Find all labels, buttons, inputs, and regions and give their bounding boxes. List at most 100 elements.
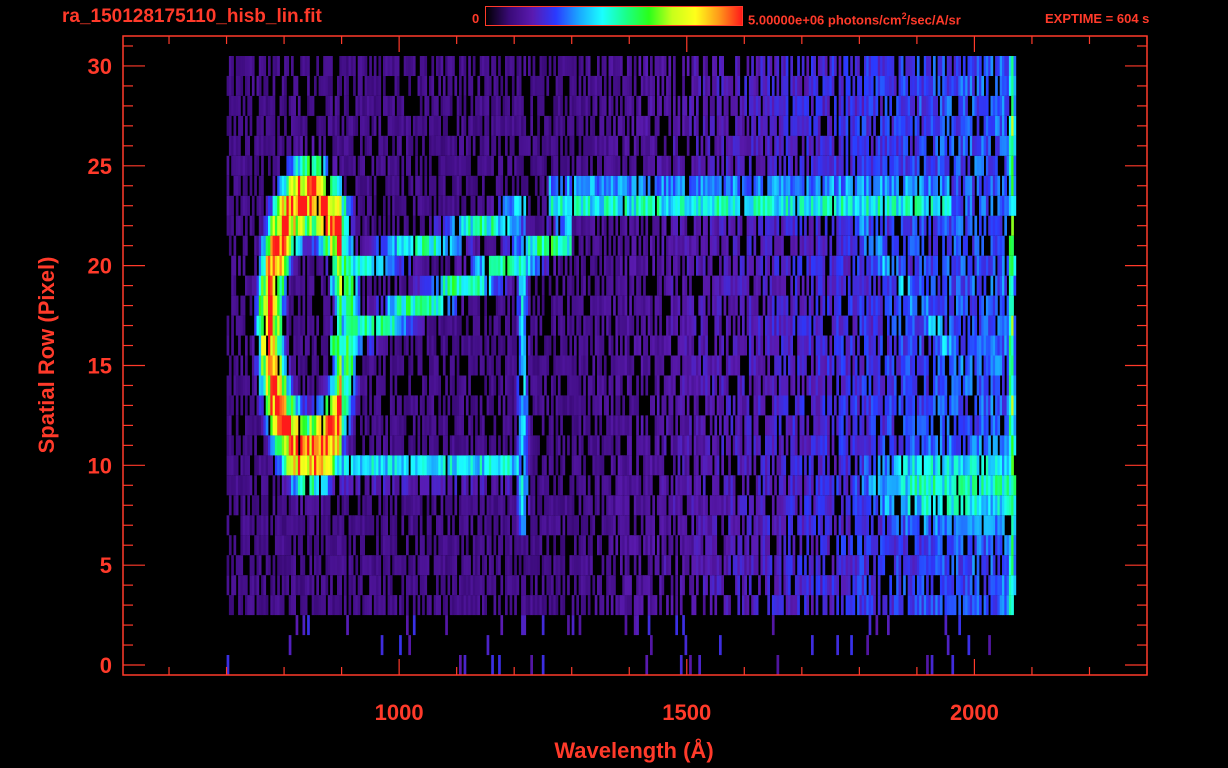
heatmap-cell [746,415,750,436]
heatmap-cell [468,415,471,436]
heatmap-cell [824,355,828,376]
heatmap-cell [389,255,393,276]
heatmap-cell [592,215,596,236]
heatmap-cell [919,275,922,296]
heatmap-cell [939,495,943,516]
heatmap-cell [709,555,713,576]
heatmap-cell [258,515,262,536]
heatmap-cell [742,255,745,276]
heatmap-cell [410,435,414,456]
heatmap-cell [470,355,474,376]
heatmap-cell [870,575,874,596]
heatmap-cell [240,555,244,576]
heatmap-cell [933,335,936,356]
heatmap-cell [332,355,336,376]
heatmap-cell [251,495,255,516]
heatmap-cell [942,235,945,256]
heatmap-cell [560,555,563,576]
heatmap-cell [834,315,837,336]
heatmap-cell [491,575,494,596]
heatmap-cell [613,575,616,596]
heatmap-cell [939,355,943,376]
heatmap-cell [371,455,375,476]
heatmap-cell [284,275,287,296]
heatmap-cell [845,335,849,356]
heatmap-cell [523,615,527,636]
heatmap-cell [459,235,462,256]
heatmap-cell [847,375,851,396]
heatmap-cell [438,595,441,616]
heatmap-cell [887,455,890,476]
heatmap-cell [567,575,570,596]
heatmap-cell [412,575,416,596]
heatmap-cell [603,355,607,376]
heatmap-cell [399,455,402,476]
heatmap-cell [831,355,835,376]
heatmap-cell [737,555,741,576]
heatmap-cell [721,395,724,416]
heatmap-cell [815,395,819,416]
heatmap-cell [534,515,538,536]
heatmap-cell [721,455,724,476]
heatmap-cell [477,335,481,356]
heatmap-cell [592,375,596,396]
heatmap-cell [620,475,623,496]
heatmap-cell [341,455,345,476]
heatmap-cell [297,475,301,496]
heatmap-cell [406,215,409,236]
heatmap-cell [270,315,273,336]
heatmap-cell [362,355,365,376]
heatmap-cell [281,255,285,276]
heatmap-cell [714,375,718,396]
heatmap-cell [311,435,315,456]
heatmap-cell [659,495,662,516]
heatmap-cell [689,335,692,356]
heatmap-cell [682,235,685,256]
heatmap-cell [419,335,423,356]
heatmap-cell [956,495,959,516]
heatmap-cell [972,495,975,516]
heatmap-cell [431,395,435,416]
heatmap-cell [265,255,269,276]
heatmap-cell [562,335,566,356]
heatmap-cell [698,375,701,396]
heatmap-cell [516,255,520,276]
heatmap-cell [845,315,849,336]
heatmap-cell [555,575,559,596]
heatmap-cell [353,595,356,616]
heatmap-cell [424,275,428,296]
heatmap-cell [896,475,899,496]
heatmap-cell [507,395,510,416]
heatmap-cell [355,595,359,616]
heatmap-cell [477,575,481,596]
heatmap-cell [788,255,791,276]
heatmap-cell [291,215,294,236]
heatmap-cell [939,295,943,316]
heatmap-cell [990,235,994,256]
heatmap-cell [689,535,692,556]
heatmap-cell [284,475,287,496]
heatmap-cell [362,395,365,416]
heatmap-cell [636,315,639,336]
heatmap-cell [569,355,573,376]
heatmap-cell [507,515,510,536]
heatmap-cell [753,435,757,456]
heatmap-cell [992,455,996,476]
heatmap-cell [739,395,743,416]
heatmap-cell [484,375,487,396]
heatmap-cell [728,355,731,376]
heatmap-cell [594,395,598,416]
heatmap-cell [270,375,273,396]
heatmap-cell [530,515,533,536]
heatmap-cell [850,635,853,656]
heatmap-cell [615,595,619,616]
heatmap-cell [293,215,296,236]
heatmap-cell [983,515,987,536]
heatmap-cell [295,275,299,296]
heatmap-cell [509,255,513,276]
heatmap-cell [293,255,296,276]
heatmap-cell [889,515,892,536]
heatmap-cell [442,235,446,256]
heatmap-cell [682,515,685,536]
heatmap-cell [990,255,994,276]
